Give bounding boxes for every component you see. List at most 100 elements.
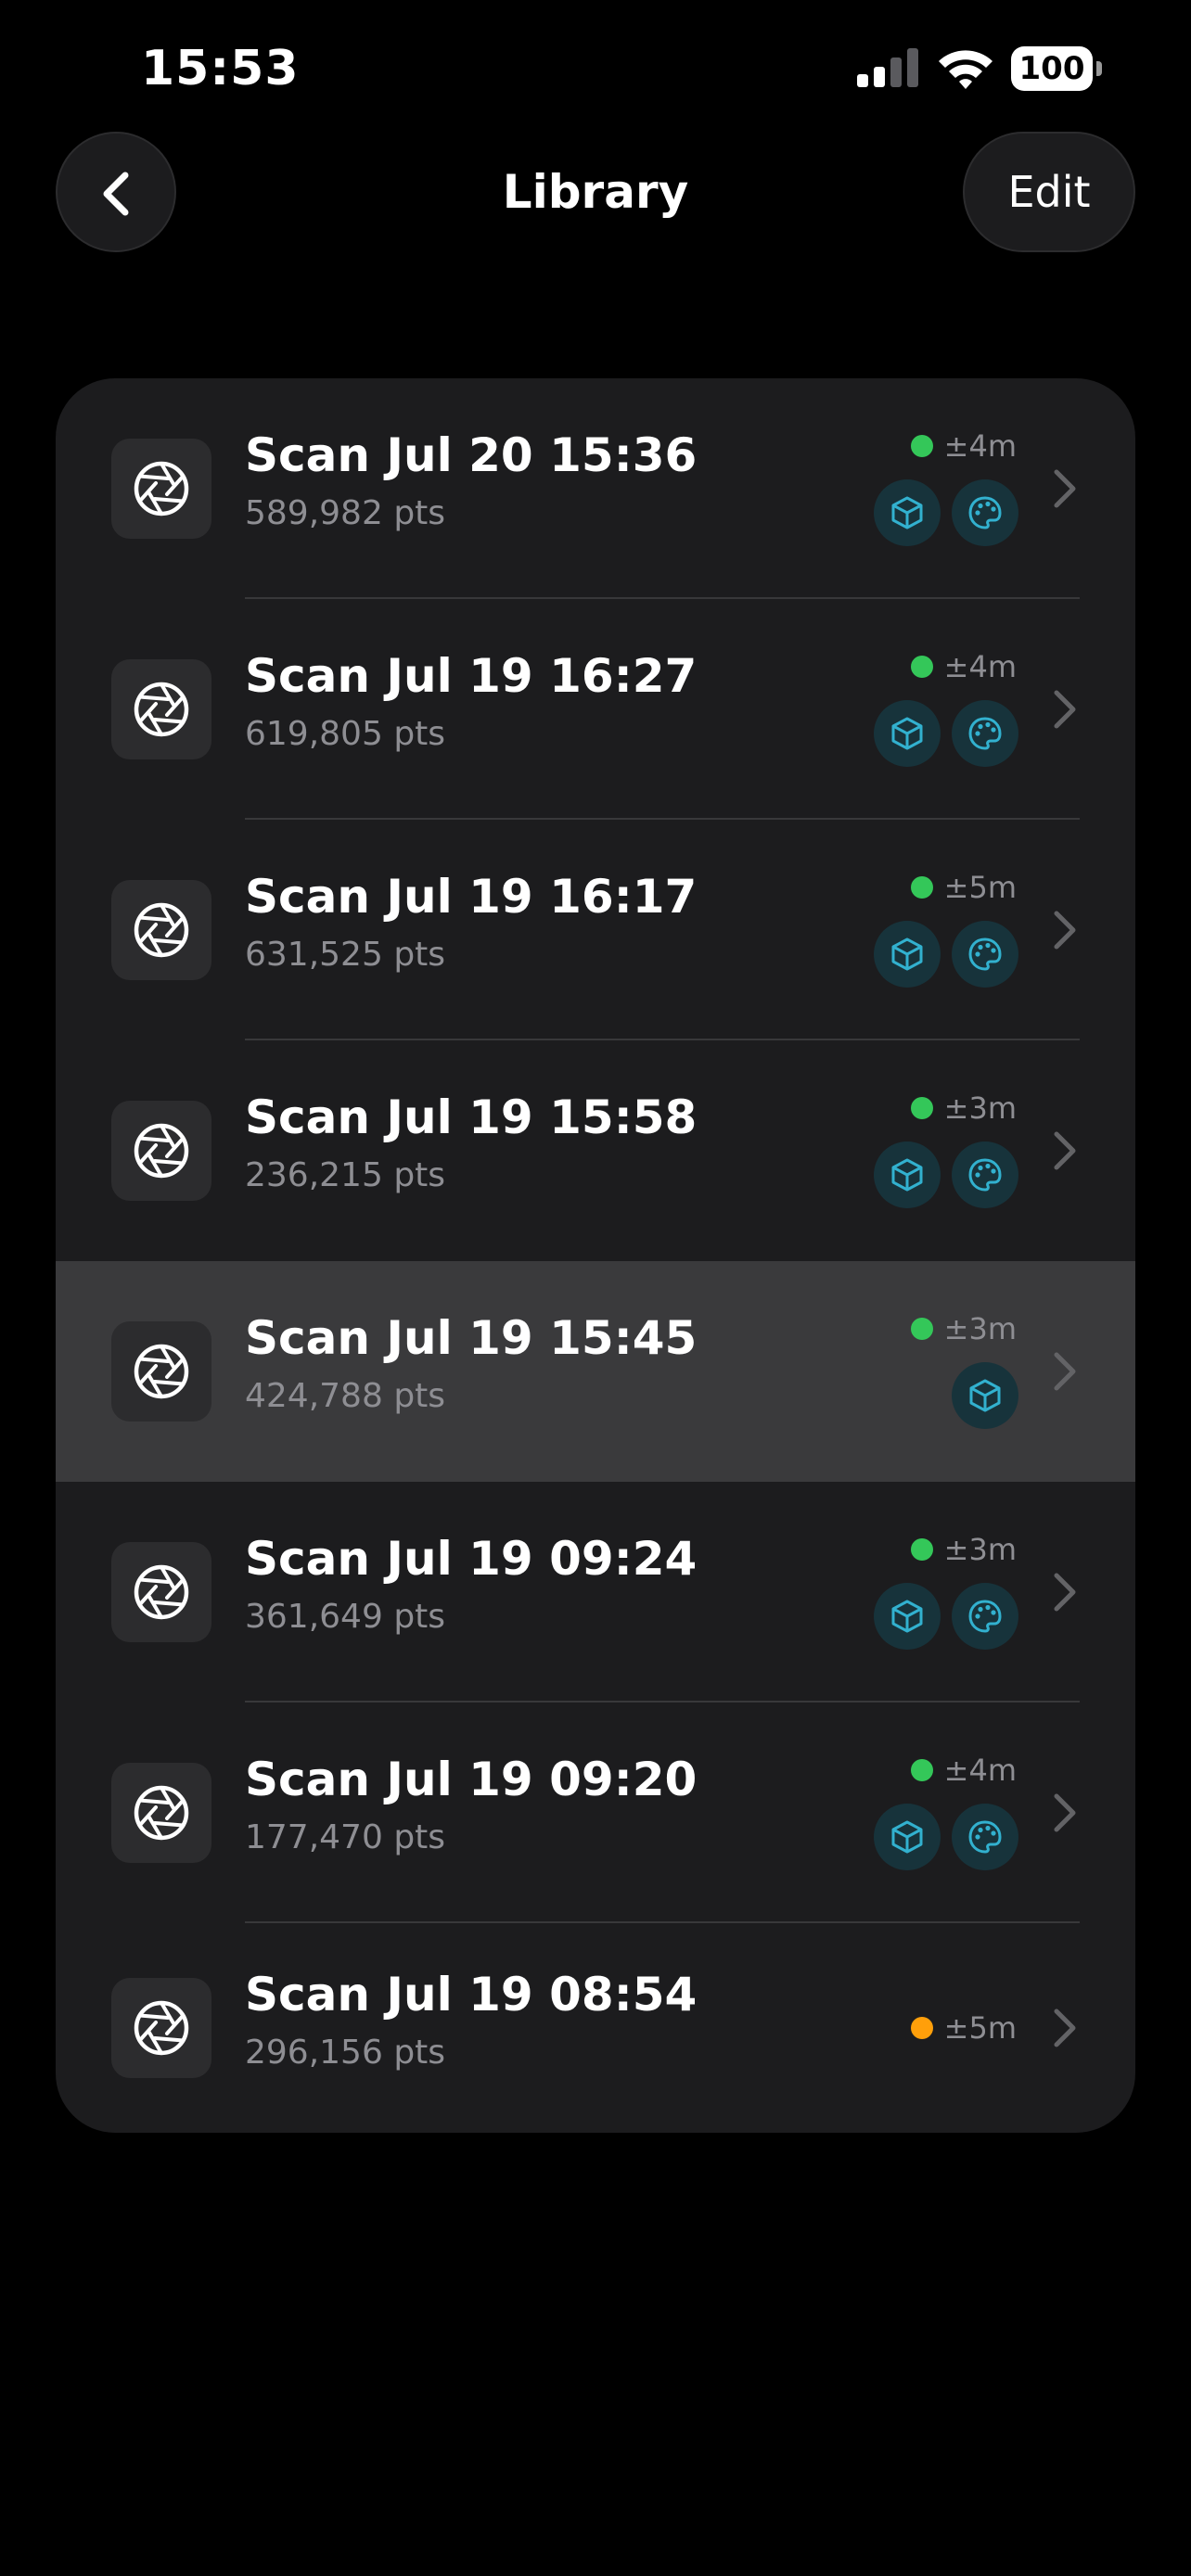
aperture-icon [134,682,189,737]
accuracy-text: ±4m [943,428,1017,464]
texture-badge [952,1804,1018,1870]
scan-thumbnail [111,1542,211,1642]
scan-thumbnail [111,659,211,759]
mesh-badge [874,1583,941,1650]
accuracy-indicator: ±4m [910,1752,1017,1789]
accuracy-status-dot [910,876,933,899]
aperture-icon [134,902,189,958]
scan-list: Scan Jul 20 15:36 589,982 pts ±4m Scan Jul … [56,378,1135,2133]
scan-thumbnail [111,439,211,539]
scan-thumbnail [111,1763,211,1863]
list-item[interactable]: Scan Jul 19 09:24 361,649 pts ±3m [56,1482,1135,1702]
aperture-icon [134,1344,189,1399]
mesh-cube-icon [891,937,923,971]
aperture-icon [134,1123,189,1179]
scan-thumbnail [111,880,211,980]
wifi-icon [939,50,992,89]
mesh-badge [874,479,941,546]
scan-thumbnail [111,1978,211,2078]
chevron-right-icon [1054,1352,1076,1391]
mesh-cube-icon [891,1600,923,1633]
palette-icon [968,937,1002,971]
chevron-right-icon [1054,1573,1076,1612]
scan-title: Scan Jul 19 15:58 [245,1090,698,1144]
chevron-right-icon [1054,2009,1076,2047]
accuracy-text: ±4m [943,1753,1017,1788]
list-item[interactable]: Scan Jul 19 15:58 236,215 pts ±3m [56,1040,1135,1261]
scan-title: Scan Jul 19 08:54 [245,1968,698,2021]
scan-point-count: 424,788 pts [245,1377,446,1415]
accuracy-text: ±5m [943,2010,1017,2046]
status-time: 15:53 [141,41,300,96]
accuracy-status-dot [910,1097,933,1119]
chevron-right-icon [1054,1793,1076,1832]
texture-badge [952,700,1018,767]
aperture-icon [134,2000,189,2056]
palette-icon [968,717,1002,750]
list-item[interactable]: Scan Jul 19 15:45 424,788 pts ±3m [56,1261,1135,1482]
accuracy-indicator: ±5m [910,2009,1017,2047]
accuracy-text: ±5m [943,870,1017,905]
mesh-cube-icon [891,1820,923,1854]
accuracy-status-dot [910,435,933,457]
scan-point-count: 589,982 pts [245,494,446,532]
mesh-badge [952,1362,1018,1429]
scan-point-count: 236,215 pts [245,1156,446,1194]
accuracy-indicator: ±3m [910,1090,1017,1127]
mesh-cube-icon [891,717,923,750]
scan-point-count: 631,525 pts [245,936,446,974]
list-item[interactable]: Scan Jul 19 09:20 177,470 pts ±4m [56,1702,1135,1923]
mesh-cube-icon [891,496,923,529]
mesh-badge [874,700,941,767]
aperture-icon [134,461,189,516]
texture-badge [952,1141,1018,1208]
list-item[interactable]: Scan Jul 19 16:27 619,805 pts ±4m [56,599,1135,820]
list-item[interactable]: Scan Jul 19 16:17 631,525 pts ±5m [56,820,1135,1040]
chevron-right-icon [1054,911,1076,950]
accuracy-text: ±3m [943,1311,1017,1346]
mesh-badge [874,1804,941,1870]
scan-point-count: 361,649 pts [245,1598,446,1636]
accuracy-status-dot [910,2017,933,2039]
battery-icon: 100 [1011,46,1104,91]
texture-badge [952,1583,1018,1650]
edit-button[interactable]: Edit [963,132,1135,252]
accuracy-status-dot [910,656,933,678]
status-bar: 15:53 100 [0,0,1191,139]
accuracy-indicator: ±3m [910,1531,1017,1568]
mesh-cube-icon [891,1158,923,1192]
accuracy-text: ±3m [943,1090,1017,1126]
accuracy-status-dot [910,1538,933,1561]
scan-point-count: 619,805 pts [245,715,446,753]
scan-thumbnail [111,1321,211,1422]
mesh-cube-icon [969,1379,1001,1412]
accuracy-indicator: ±4m [910,427,1017,465]
list-item[interactable]: Scan Jul 19 08:54 296,156 pts ±5m [56,1923,1135,2133]
chevron-right-icon [1054,690,1076,729]
battery-level: 100 [1011,46,1093,91]
accuracy-indicator: ±5m [910,869,1017,906]
texture-badge [952,479,1018,546]
accuracy-text: ±4m [943,649,1017,684]
list-item[interactable]: Scan Jul 20 15:36 589,982 pts ±4m [56,378,1135,599]
aperture-icon [134,1564,189,1620]
scan-point-count: 177,470 pts [245,1818,446,1856]
chevron-right-icon [1054,1131,1076,1170]
mesh-badge [874,921,941,988]
scan-point-count: 296,156 pts [245,2034,446,2072]
accuracy-indicator: ±3m [910,1310,1017,1347]
scan-title: Scan Jul 19 09:24 [245,1532,698,1586]
accuracy-status-dot [910,1318,933,1340]
chevron-right-icon [1054,469,1076,508]
aperture-icon [134,1785,189,1841]
palette-icon [968,1820,1002,1854]
scan-title: Scan Jul 19 16:17 [245,870,698,924]
mesh-badge [874,1141,941,1208]
palette-icon [968,1158,1002,1192]
accuracy-text: ±3m [943,1532,1017,1567]
palette-icon [968,1600,1002,1633]
scan-title: Scan Jul 19 16:27 [245,649,698,703]
scan-title: Scan Jul 20 15:36 [245,428,698,482]
scan-thumbnail [111,1101,211,1201]
texture-badge [952,921,1018,988]
